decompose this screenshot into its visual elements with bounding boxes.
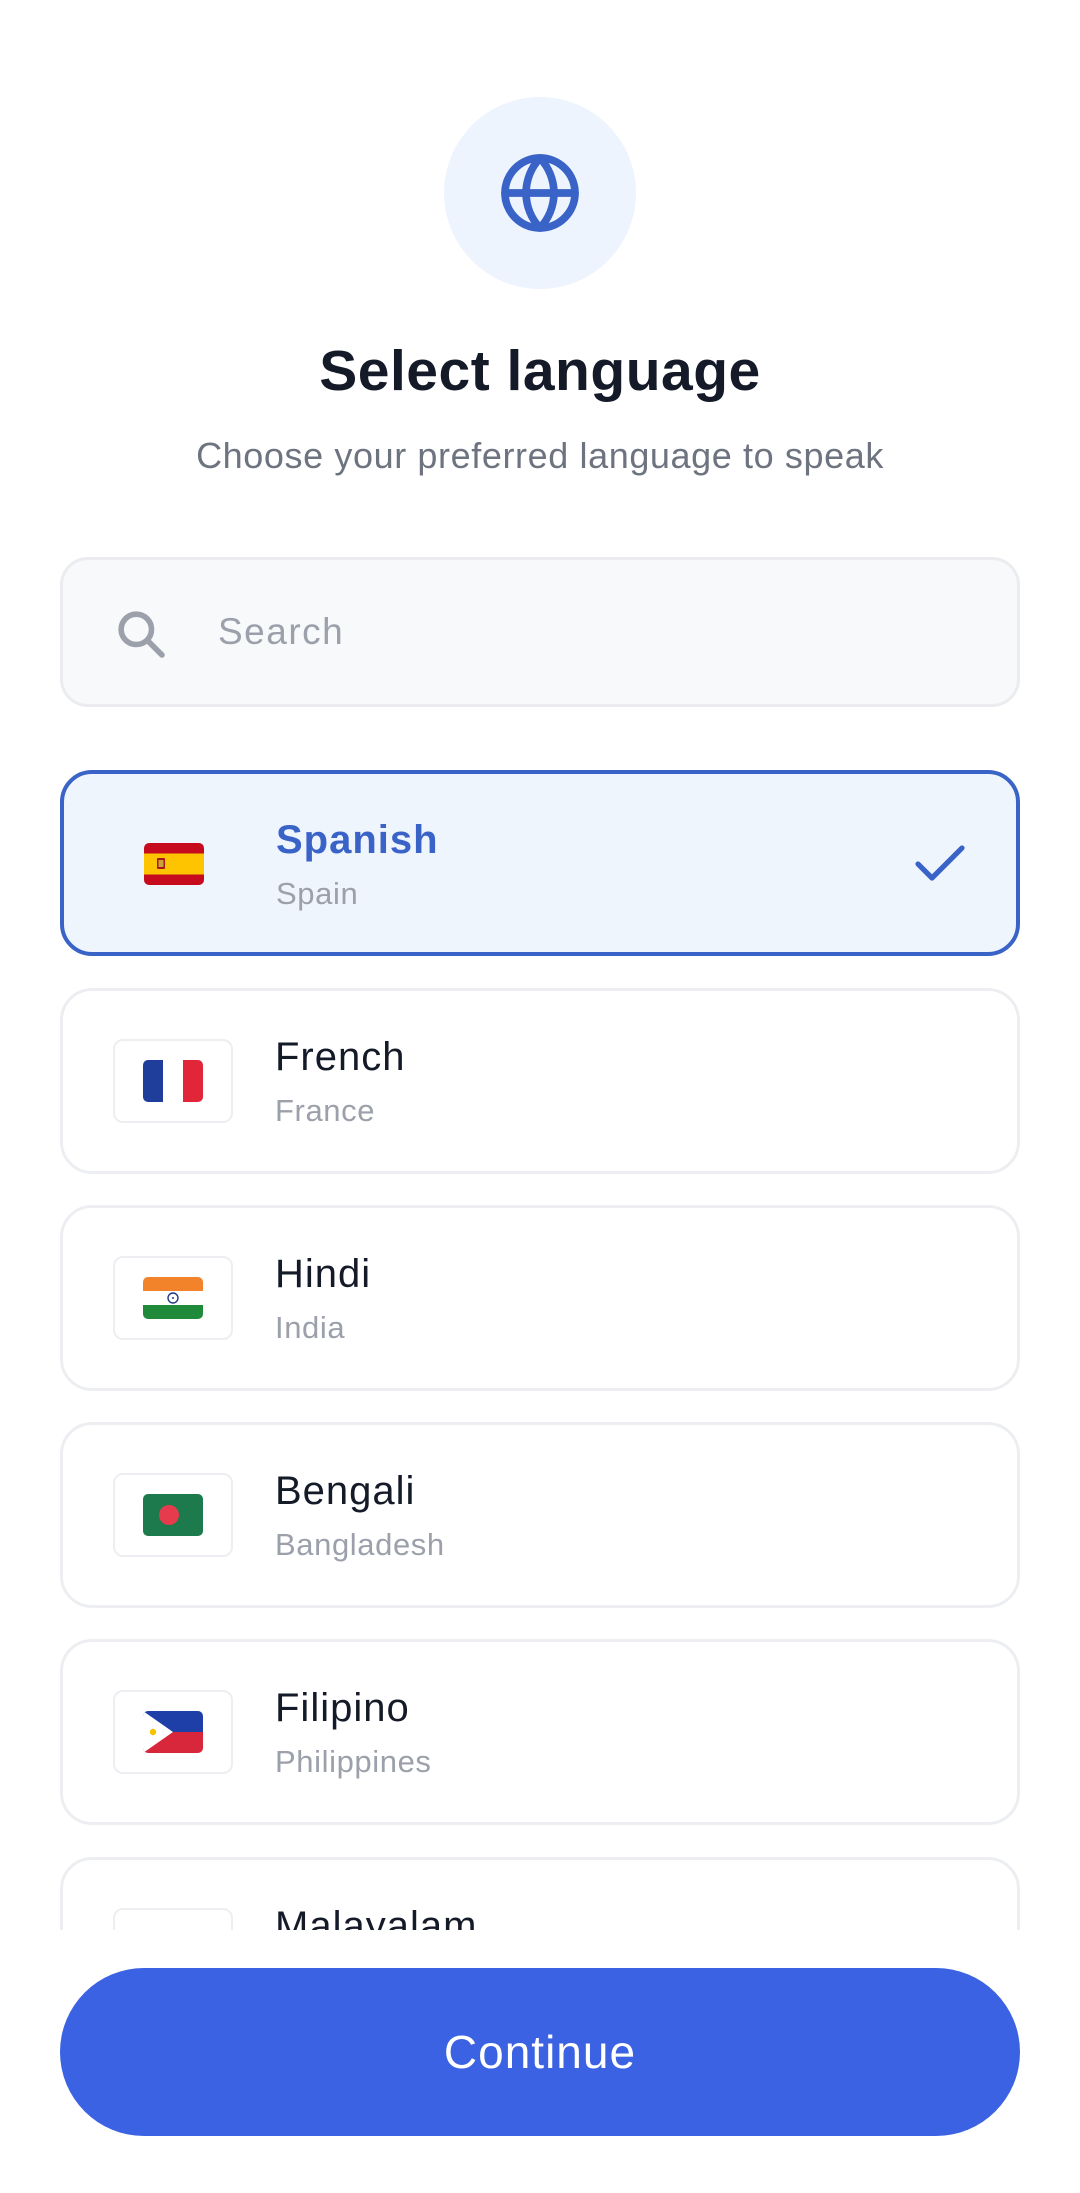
flag-container: [113, 1039, 233, 1123]
spain-flag-icon: [144, 843, 204, 885]
language-country: Bangladesh: [275, 1527, 445, 1562]
india-flag-icon: [143, 1277, 203, 1319]
language-item-spanish[interactable]: Spanish Spain: [60, 770, 1020, 956]
language-item-filipino[interactable]: Filipino Philippines: [60, 1639, 1020, 1825]
language-name: French: [275, 1035, 406, 1079]
language-select-screen: Select language Choose your preferred la…: [0, 0, 1080, 2193]
flag-container: [113, 1908, 233, 1930]
language-country: France: [275, 1093, 376, 1128]
language-country: Spain: [276, 876, 359, 911]
language-item-malayalam[interactable]: Malayalam: [60, 1857, 1020, 1930]
language-name: Filipino: [275, 1686, 410, 1730]
search-bar[interactable]: [60, 557, 1020, 707]
flag-container: [113, 1473, 233, 1557]
language-name: Bengali: [275, 1469, 416, 1513]
continue-button[interactable]: Continue: [60, 1968, 1020, 2136]
language-name: Hindi: [275, 1252, 372, 1296]
language-name: Malayalam: [275, 1904, 478, 1930]
search-input[interactable]: [218, 560, 978, 704]
language-country: India: [275, 1310, 346, 1345]
globe-icon: [501, 154, 579, 232]
search-icon: [118, 611, 165, 658]
page-subtitle: Choose your preferred language to speak: [196, 435, 884, 476]
flag-container: [114, 822, 234, 906]
philippines-flag-icon: [143, 1711, 203, 1753]
flag-container: [113, 1256, 233, 1340]
language-item-bengali[interactable]: Bengali Bangladesh: [60, 1422, 1020, 1608]
language-list[interactable]: Spanish Spain French France Hindi India …: [0, 770, 1080, 1930]
globe-badge: [444, 97, 636, 289]
language-item-hindi[interactable]: Hindi India: [60, 1205, 1020, 1391]
language-name: Spanish: [276, 818, 439, 862]
bangladesh-flag-icon: [143, 1494, 203, 1536]
checkmark-icon: [915, 845, 965, 881]
language-country: Philippines: [275, 1744, 432, 1779]
language-item-french[interactable]: French France: [60, 988, 1020, 1174]
france-flag-icon: [143, 1060, 203, 1102]
page-title: Select language: [319, 339, 761, 403]
flag-container: [113, 1690, 233, 1774]
